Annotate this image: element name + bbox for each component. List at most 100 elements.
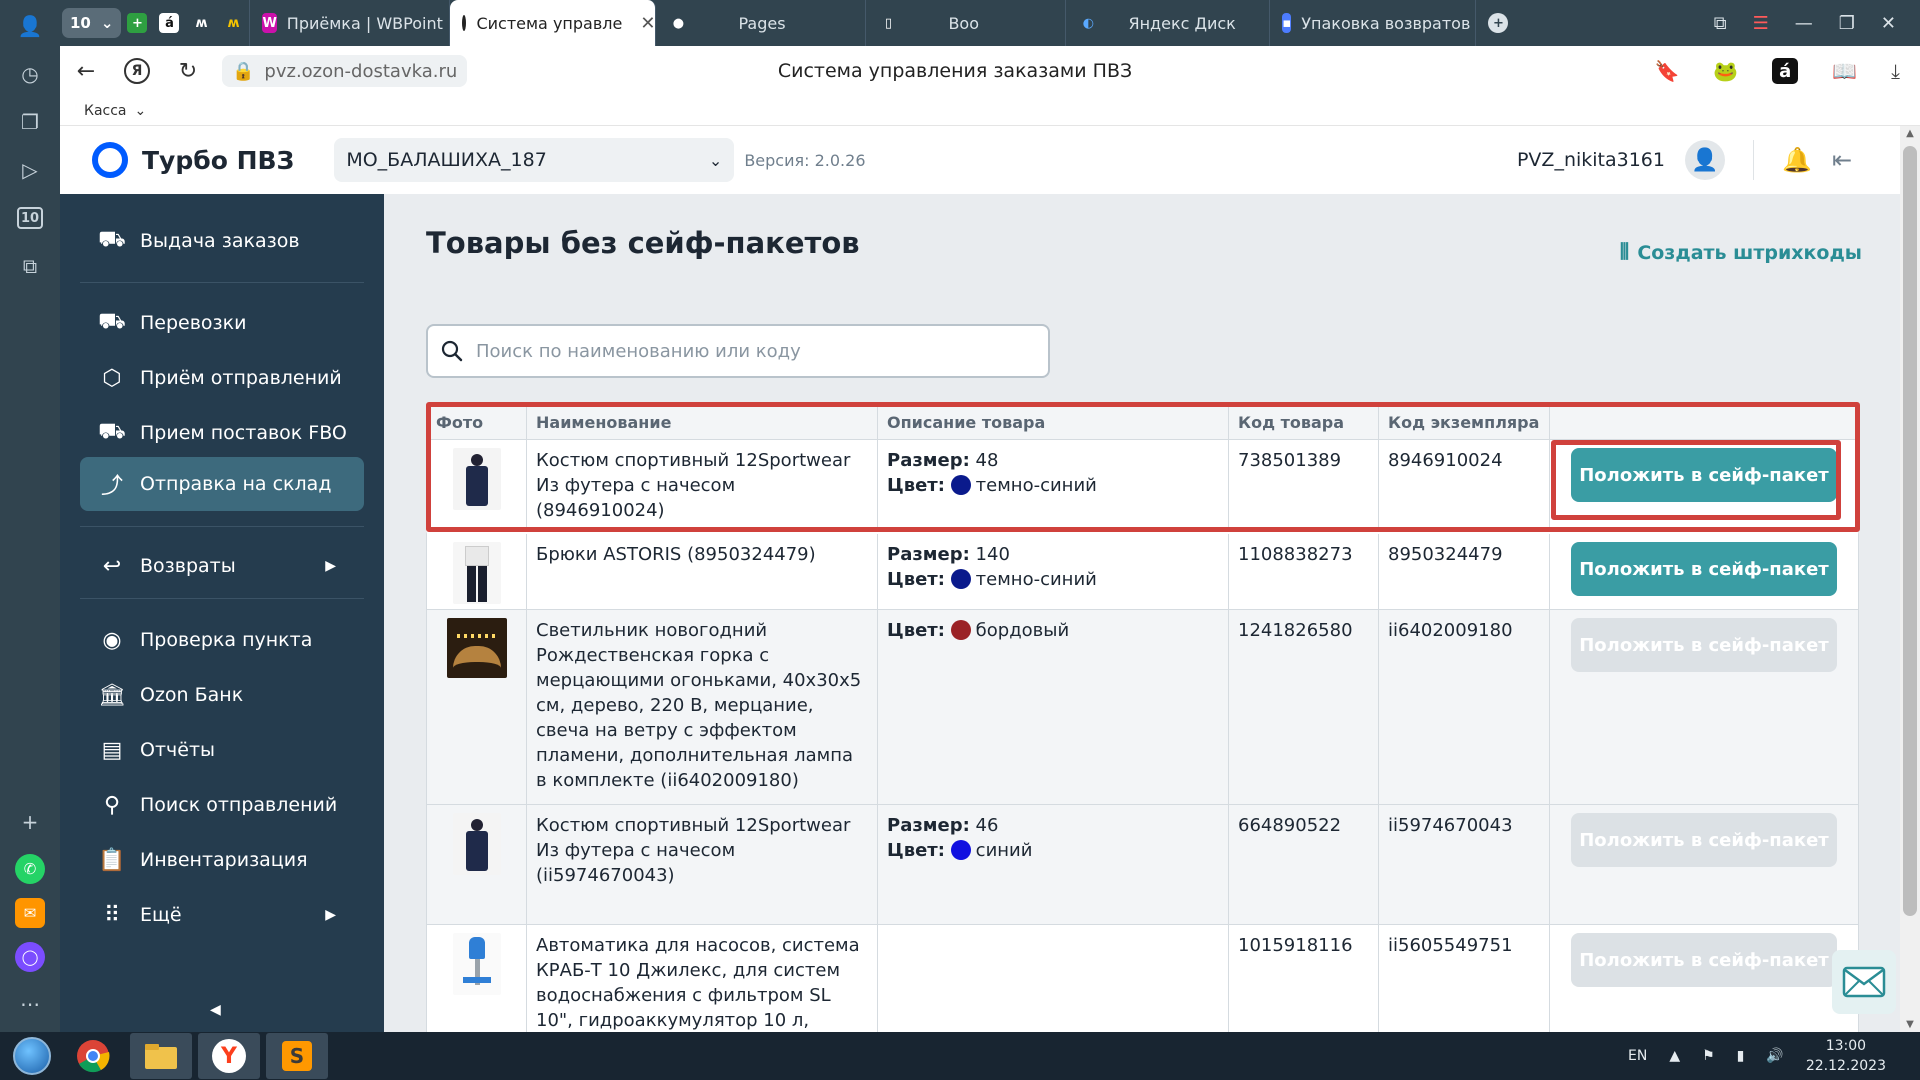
system-tray: EN ▲ ⚑ ▮ 🔊 13:00 22.12.2023: [1628, 1036, 1920, 1076]
chrome-taskbar-button[interactable]: [62, 1033, 124, 1079]
scroll-down-icon[interactable]: ▼: [1900, 1019, 1920, 1030]
product-photo: [427, 440, 527, 529]
tray-expand-icon[interactable]: ▲: [1669, 1048, 1680, 1064]
table-row: Костюм спортивный 12Sportwear Из футера …: [426, 805, 1859, 925]
download-icon[interactable]: ⤓: [1891, 59, 1900, 83]
sidebar-item-search-shipments[interactable]: ⚲ Поиск отправлений: [80, 778, 364, 832]
logout-icon[interactable]: ⇤: [1832, 146, 1852, 174]
caret-right-icon: ▶: [325, 907, 336, 923]
alice-icon[interactable]: ◯: [15, 942, 45, 972]
avatar[interactable]: 👤: [1685, 140, 1725, 180]
sublime-taskbar-button[interactable]: S: [266, 1033, 328, 1079]
product-description: Размер: 48 Цвет: темно-синий: [878, 440, 1229, 529]
menu-icon[interactable]: ☰: [1753, 13, 1769, 34]
bell-icon[interactable]: 🔔: [1782, 146, 1812, 174]
new-tab-button[interactable]: +: [1476, 0, 1520, 46]
more-panel-icon[interactable]: ⋯: [12, 986, 48, 1022]
sidebar-item-receive-shipments[interactable]: ⬡ Приём отправлений: [80, 351, 364, 405]
scroll-up-icon[interactable]: ▲: [1900, 128, 1920, 139]
start-button[interactable]: [8, 1032, 56, 1080]
scroll-thumb[interactable]: [1903, 146, 1917, 916]
page-scrollbar[interactable]: ▲ ▼: [1900, 126, 1920, 1032]
envelope-icon: [1842, 966, 1886, 998]
put-in-safe-bag-button[interactable]: Положить в сейф-пакет: [1571, 448, 1837, 502]
sidebar-item-point-check[interactable]: ◉ Проверка пункта: [80, 613, 364, 667]
sidebar-item-fbo[interactable]: ⛟ Прием поставок FBO: [80, 406, 364, 460]
docs-favicon-icon: ▪: [1282, 13, 1292, 33]
product-photo: [427, 534, 527, 609]
tab-ozon-active[interactable]: Система управле ✕: [450, 0, 657, 46]
close-window-icon[interactable]: ✕: [1881, 13, 1896, 34]
kassa-dropdown[interactable]: Касса: [84, 103, 127, 119]
instance-code: 8950324479: [1379, 534, 1550, 609]
yandex-taskbar-button[interactable]: Y: [198, 1033, 260, 1079]
sidebar-item-ozon-bank[interactable]: 🏛 Ozon Банк: [80, 668, 364, 722]
search-input[interactable]: [476, 340, 1036, 362]
pinned-tab-2[interactable]: á: [153, 0, 185, 46]
put-in-safe-bag-button[interactable]: Положить в сейф-пакет: [1571, 618, 1837, 672]
close-tab-icon[interactable]: ✕: [640, 13, 655, 34]
put-in-safe-bag-button[interactable]: Положить в сейф-пакет: [1571, 813, 1837, 867]
box-icon: ⬡: [102, 365, 122, 391]
pinned-tab-4[interactable]: ʍ: [217, 0, 251, 46]
tab-wbpoint[interactable]: W Приёмка | WBPoint: [250, 0, 451, 46]
screenshot-icon[interactable]: ⧉: [12, 248, 48, 284]
tab-pages[interactable]: ● Pages: [656, 0, 867, 46]
tabs-counter-icon[interactable]: 10: [12, 200, 48, 236]
restore-icon[interactable]: ❐: [1839, 13, 1855, 34]
product-name: Костюм спортивный 12Sportwear Из футера …: [527, 805, 878, 924]
add-panel-icon[interactable]: +: [12, 804, 48, 840]
ozon-logo-icon: [92, 142, 128, 178]
pinned-tab-1[interactable]: +: [121, 0, 153, 46]
reload-icon[interactable]: ↻: [168, 51, 208, 91]
collapse-sidebar-icon[interactable]: ◀: [210, 1002, 221, 1018]
sidebar-item-reports[interactable]: ▤ Отчёты: [80, 723, 364, 777]
avito-extension-icon[interactable]: á: [1772, 58, 1799, 84]
mail-app-icon[interactable]: ✉: [15, 898, 45, 928]
extension-icon[interactable]: 🐸: [1713, 59, 1738, 83]
collections-icon[interactable]: ❐: [12, 104, 48, 140]
profile-icon[interactable]: 👤: [12, 8, 48, 44]
sidebar-item-more[interactable]: ⠿ Ещё ▶: [80, 888, 364, 942]
clock[interactable]: 13:00 22.12.2023: [1806, 1036, 1886, 1076]
tab-returns-packing[interactable]: ▪ Упаковка возвратов: [1270, 0, 1477, 46]
pickup-point-select[interactable]: МО_БАЛАШИХА_187 ⌄: [334, 138, 735, 182]
signal-icon[interactable]: ▮: [1737, 1048, 1745, 1064]
tab-yandex-disk[interactable]: ◐ Яндекс Диск: [1066, 0, 1271, 46]
feedback-mail-button[interactable]: [1832, 950, 1896, 1014]
github-favicon-icon: ●: [672, 15, 685, 31]
nav-divider: [80, 526, 364, 527]
volume-icon[interactable]: 🔊: [1766, 1048, 1783, 1064]
logo[interactable]: Турбо ПВЗ: [92, 142, 294, 178]
table-header: Фото Наименование Описание товара Код то…: [426, 404, 1859, 440]
sidebar-item-issue-orders[interactable]: ⛟ Выдача заказов: [80, 214, 364, 268]
instance-code: 8946910024: [1379, 440, 1550, 529]
sidebar-item-returns[interactable]: ↩ Возвраты ▶: [80, 539, 364, 593]
put-in-safe-bag-button[interactable]: Положить в сейф-пакет: [1571, 933, 1837, 987]
sidebar-item-transport[interactable]: ⛟ Перевозки: [80, 296, 364, 350]
video-icon[interactable]: ▷: [12, 152, 48, 188]
language-indicator[interactable]: EN: [1628, 1048, 1647, 1064]
header-action: [1550, 405, 1858, 439]
yandex-icon[interactable]: Я: [124, 58, 150, 84]
nav-divider: [80, 598, 364, 599]
explorer-taskbar-button[interactable]: [130, 1033, 192, 1079]
reading-list-icon[interactable]: 📖: [1832, 59, 1857, 83]
tab-groups-icon[interactable]: ⧉: [1714, 13, 1727, 34]
tracksuit-image-icon: [452, 448, 501, 510]
header-name: Наименование: [527, 405, 878, 439]
pinned-tab-3[interactable]: ʍ: [185, 0, 217, 46]
url-field[interactable]: 🔒 pvz.ozon-dostavka.ru: [222, 55, 468, 87]
tab-counter[interactable]: 10 ⌄: [62, 8, 122, 38]
tab-boo[interactable]: ▯ Boo: [866, 0, 1067, 46]
minimize-icon[interactable]: —: [1795, 13, 1813, 34]
put-in-safe-bag-button[interactable]: Положить в сейф-пакет: [1571, 542, 1837, 596]
sidebar-item-dispatch[interactable]: ⤴ Отправка на склад: [80, 457, 364, 511]
create-barcodes-button[interactable]: ⦀ Создать штрихкоды: [1620, 240, 1862, 265]
bookmark-icon[interactable]: 🔖: [1654, 59, 1679, 83]
sidebar-item-inventory[interactable]: 📋 Инвентаризация: [80, 833, 364, 887]
back-arrow-icon[interactable]: ←: [66, 51, 106, 91]
history-icon[interactable]: ◷: [12, 56, 48, 92]
whatsapp-icon[interactable]: ✆: [15, 854, 45, 884]
network-flag-icon[interactable]: ⚑: [1702, 1048, 1715, 1064]
